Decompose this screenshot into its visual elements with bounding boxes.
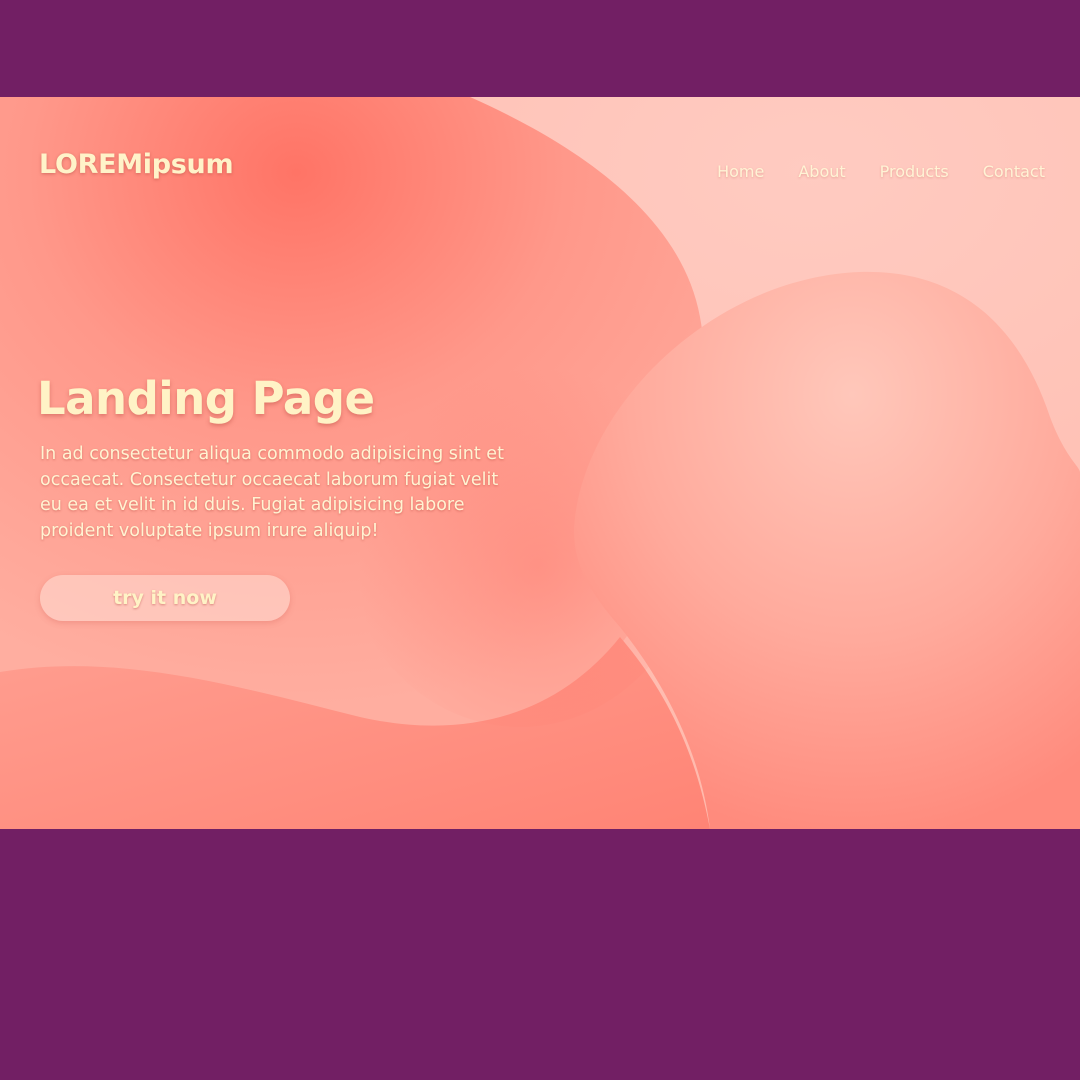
main-nav: Home About Products Contact [717, 162, 1045, 181]
try-it-now-button[interactable]: try it now [40, 575, 290, 621]
nav-item-home[interactable]: Home [717, 162, 764, 181]
nav-item-products[interactable]: Products [880, 162, 949, 181]
landing-page-frame: LOREMipsum Home About Products Contact L… [0, 97, 1080, 829]
nav-item-about[interactable]: About [798, 162, 845, 181]
hero-title: Landing Page [37, 372, 375, 425]
nav-item-contact[interactable]: Contact [983, 162, 1045, 181]
brand-logo[interactable]: LOREMipsum [39, 149, 234, 180]
hero-description: In ad consectetur aliqua commodo adipisi… [40, 444, 504, 541]
